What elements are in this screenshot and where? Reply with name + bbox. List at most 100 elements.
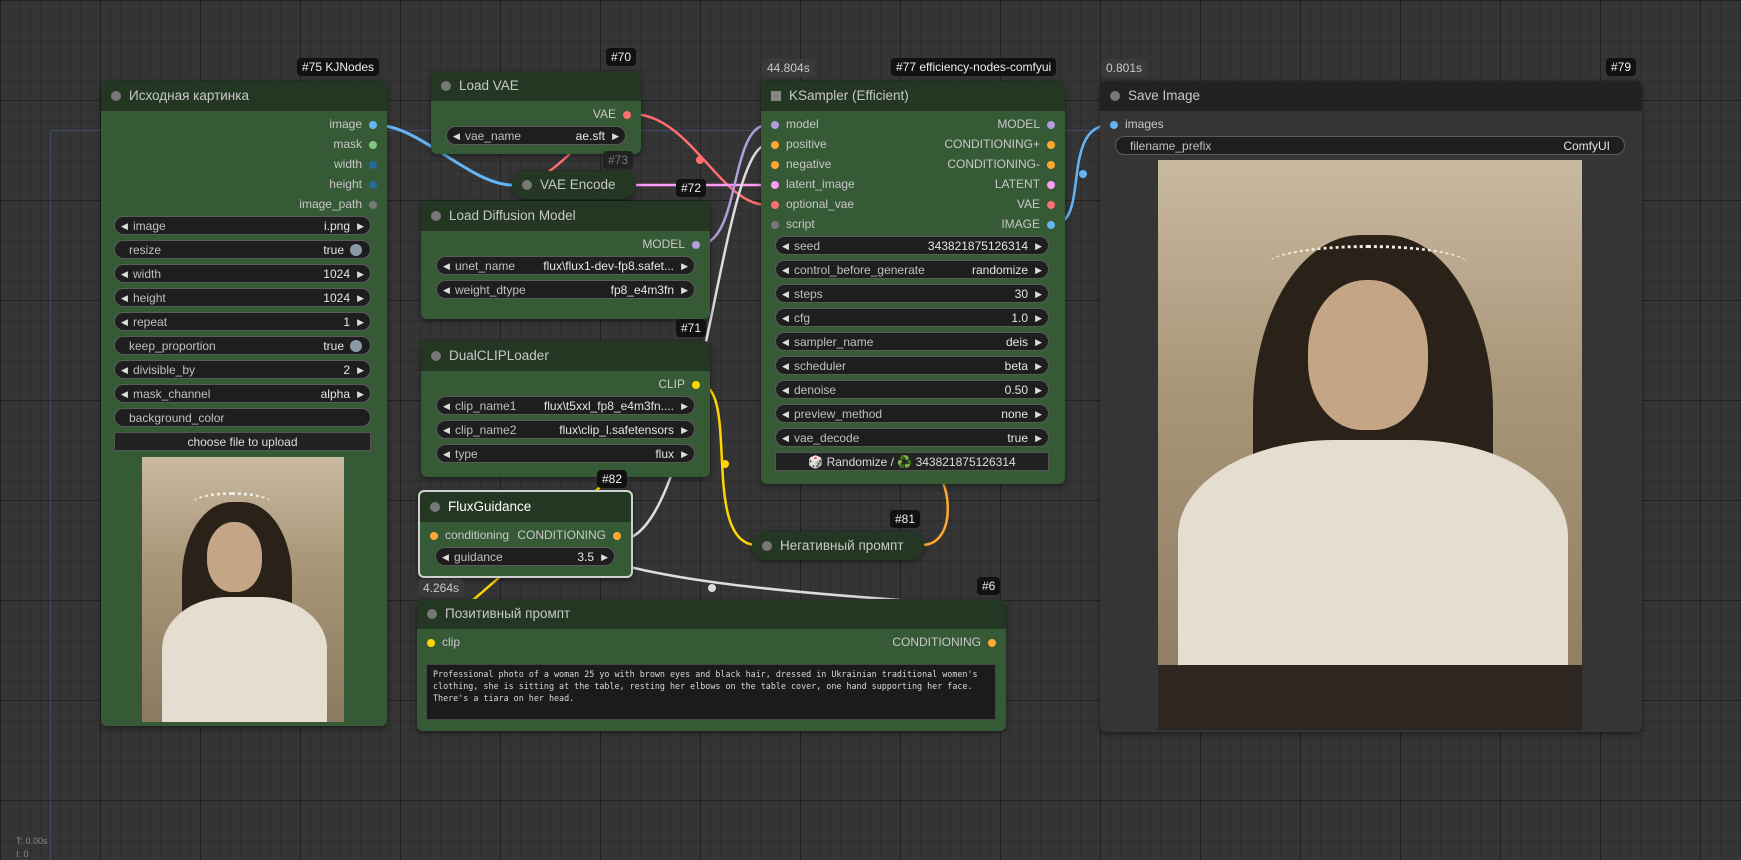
slot-dot-icon[interactable] [1047,181,1055,189]
arrow-left-icon[interactable]: ◀ [782,429,789,448]
arrow-right-icon[interactable]: ▶ [681,281,688,300]
slot-dot-icon[interactable] [1047,161,1055,169]
slot-dot-icon[interactable] [1047,221,1055,229]
output-width[interactable]: width [334,155,377,173]
node-title[interactable]: KSampler (Efficient) [761,81,1065,111]
slot-dot-icon[interactable] [427,639,435,647]
output-height[interactable]: height [329,175,377,193]
widget-repeat[interactable]: ◀ repeat 1 ▶ [114,312,371,331]
arrow-right-icon[interactable]: ▶ [681,445,688,464]
arrow-left-icon[interactable]: ◀ [782,333,789,352]
slot-dot-icon[interactable] [692,241,700,249]
output-latent[interactable]: LATENT [995,175,1055,193]
widget-seed[interactable]: ◀ seed 343821875126314 ▶ [775,236,1049,255]
collapse-dot-icon[interactable] [762,541,772,551]
arrow-left-icon[interactable]: ◀ [782,237,789,256]
widget-clip-name1[interactable]: ◀ clip_name1 flux\t5xxl_fp8_e4m3fn.... ▶ [436,396,695,415]
arrow-right-icon[interactable]: ▶ [1035,429,1042,448]
slot-dot-icon[interactable] [692,381,700,389]
widget-mask-channel[interactable]: ◀ mask_channel alpha ▶ [114,384,371,403]
output-image[interactable]: IMAGE [1001,215,1055,233]
load-image-node[interactable]: Исходная картинка image mask width heigh… [101,81,387,726]
node-title[interactable]: DualCLIPLoader [421,341,710,371]
slot-dot-icon[interactable] [613,532,621,540]
collapse-dot-icon[interactable] [1110,91,1120,101]
arrow-right-icon[interactable]: ▶ [357,385,364,404]
slot-dot-icon[interactable] [988,639,996,647]
arrow-left-icon[interactable]: ◀ [782,381,789,400]
output-model[interactable]: MODEL [997,115,1055,133]
arrow-right-icon[interactable]: ▶ [612,127,619,146]
node-title[interactable]: Исходная картинка [101,81,387,111]
input-images[interactable]: images [1110,115,1164,133]
arrow-right-icon[interactable]: ▶ [1035,357,1042,376]
arrow-left-icon[interactable]: ◀ [443,257,450,276]
vae-encode-node[interactable]: VAE Encode [512,171,636,199]
output-model[interactable]: MODEL [642,235,700,253]
arrow-left-icon[interactable]: ◀ [121,361,128,380]
input-latent-image[interactable]: latent_image [771,175,855,193]
widget-image[interactable]: ◀ image i.png ▶ [114,216,371,235]
output-conditioning[interactable]: CONDITIONING [892,633,996,651]
flux-guidance-node[interactable]: FluxGuidance conditioning CONDITIONING ◀… [418,490,633,578]
arrow-left-icon[interactable]: ◀ [442,548,449,567]
widget-height[interactable]: ◀ height 1024 ▶ [114,288,371,307]
widget-denoise[interactable]: ◀ denoise 0.50 ▶ [775,380,1049,399]
slot-dot-icon[interactable] [1047,121,1055,129]
output-clip[interactable]: CLIP [658,375,700,393]
toggle-icon[interactable] [350,340,362,352]
widget-keep-proportion[interactable]: keep_proportion true [114,336,371,355]
arrow-right-icon[interactable]: ▶ [1035,309,1042,328]
arrow-left-icon[interactable]: ◀ [121,313,128,332]
save-image-node[interactable]: Save Image images filename_prefix ComfyUI [1100,81,1642,732]
slot-dot-icon[interactable] [369,201,377,209]
slot-dot-icon[interactable] [430,532,438,540]
widget-guidance[interactable]: ◀ guidance 3.5 ▶ [435,547,615,566]
slot-dot-icon[interactable] [623,111,631,119]
arrow-left-icon[interactable]: ◀ [121,289,128,308]
widget-control-before-generate[interactable]: ◀ control_before_generate randomize ▶ [775,260,1049,279]
input-conditioning[interactable]: conditioning [430,526,509,544]
arrow-right-icon[interactable]: ▶ [357,217,364,236]
arrow-right-icon[interactable]: ▶ [681,421,688,440]
arrow-left-icon[interactable]: ◀ [443,281,450,300]
node-title[interactable]: FluxGuidance [420,492,631,522]
negative-prompt-node[interactable]: Негативный промпт [752,532,924,560]
input-positive[interactable]: positive [771,135,827,153]
arrow-left-icon[interactable]: ◀ [443,421,450,440]
arrow-left-icon[interactable]: ◀ [443,397,450,416]
output-conditioning-plus[interactable]: CONDITIONING+ [944,135,1055,153]
arrow-right-icon[interactable]: ▶ [1035,237,1042,256]
output-vae[interactable]: VAE [1017,195,1055,213]
collapse-dot-icon[interactable] [427,609,437,619]
slot-dot-icon[interactable] [771,141,779,149]
widget-vae-decode[interactable]: ◀ vae_decode true ▶ [775,428,1049,447]
positive-prompt-node[interactable]: Позитивный промпт clip CONDITIONING Prof… [417,599,1006,731]
input-model[interactable]: model [771,115,819,133]
arrow-left-icon[interactable]: ◀ [782,309,789,328]
slot-dot-icon[interactable] [771,161,779,169]
collapse-dot-icon[interactable] [430,502,440,512]
widget-unet-name[interactable]: ◀ unet_name flux\flux1-dev-fp8.safet... ▶ [436,256,695,275]
widget-resize[interactable]: resize true [114,240,371,259]
widget-weight-dtype[interactable]: ◀ weight_dtype fp8_e4m3fn ▶ [436,280,695,299]
slot-dot-icon[interactable] [369,181,377,189]
widget-scheduler[interactable]: ◀ scheduler beta ▶ [775,356,1049,375]
arrow-right-icon[interactable]: ▶ [1035,261,1042,280]
node-title[interactable]: Позитивный промпт [417,599,1006,629]
collapse-dot-icon[interactable] [431,211,441,221]
input-negative[interactable]: negative [771,155,831,173]
output-image[interactable]: image [329,115,377,133]
arrow-left-icon[interactable]: ◀ [782,357,789,376]
widget-sampler-name[interactable]: ◀ sampler_name deis ▶ [775,332,1049,351]
widget-filename-prefix[interactable]: filename_prefix ComfyUI [1115,136,1625,155]
widget-steps[interactable]: ◀ steps 30 ▶ [775,284,1049,303]
output-image-path[interactable]: image_path [299,195,377,213]
arrow-left-icon[interactable]: ◀ [121,385,128,404]
widget-background-color[interactable]: background_color [114,408,371,427]
arrow-right-icon[interactable]: ▶ [357,265,364,284]
widget-vae-name[interactable]: ◀ vae_name ae.sft ▶ [446,126,626,145]
slot-dot-icon[interactable] [369,141,377,149]
input-clip[interactable]: clip [427,633,460,651]
toggle-icon[interactable] [350,244,362,256]
